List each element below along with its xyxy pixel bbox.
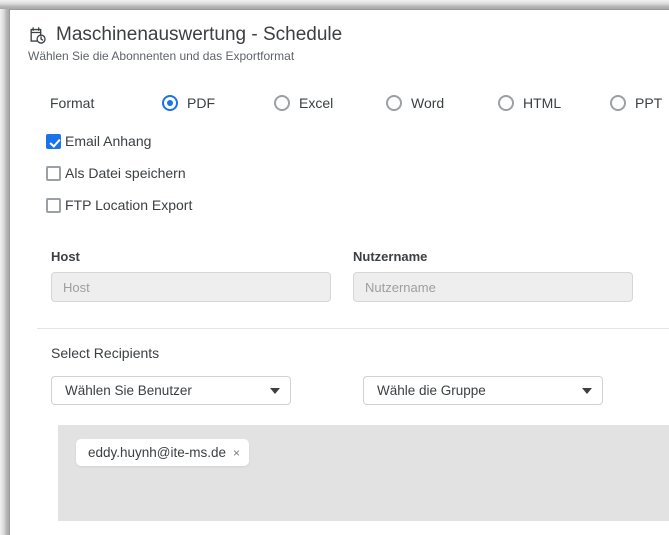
- select-group-value: Wähle die Gruppe: [377, 383, 486, 398]
- format-row: Format PDF Excel Word HTML PPT: [10, 95, 669, 111]
- radio-label: HTML: [523, 95, 562, 111]
- dialog-subtitle: Wählen Sie die Abonnenten und das Export…: [28, 49, 295, 63]
- checkbox-label: Als Datei speichern: [65, 165, 186, 181]
- connection-fields: Host Nutzername: [10, 249, 669, 302]
- recipient-chip-label: eddy.huynh@ite-ms.de: [88, 445, 227, 460]
- checkbox-label: Email Anhang: [65, 133, 152, 149]
- recipients-title: Select Recipients: [51, 345, 160, 361]
- radio-option-ppt[interactable]: PPT: [610, 95, 669, 111]
- username-input[interactable]: [353, 272, 633, 302]
- checkbox-mark-icon: [46, 133, 61, 149]
- recipient-chip[interactable]: eddy.huynh@ite-ms.de ×: [76, 439, 250, 466]
- username-label: Nutzername: [353, 249, 428, 264]
- radio-mark-icon: [498, 95, 514, 111]
- section-divider: [37, 328, 669, 329]
- checkbox-ftp-location-export[interactable]: FTP Location Export: [46, 197, 669, 213]
- dialog-title-row: Maschinenauswertung - Schedule: [28, 24, 669, 46]
- checkbox-email-anhang[interactable]: Email Anhang: [46, 133, 669, 149]
- checkbox-mark-icon: [46, 165, 61, 181]
- selected-recipients-area[interactable]: eddy.huynh@ite-ms.de ×: [58, 425, 669, 521]
- radio-option-excel[interactable]: Excel: [274, 95, 386, 111]
- vertical-scrollbar[interactable]: [0, 9, 10, 535]
- host-field-group: Host: [51, 249, 331, 302]
- schedule-export-dialog: Maschinenauswertung - Schedule Wählen Si…: [10, 10, 669, 535]
- radio-option-word[interactable]: Word: [386, 95, 498, 111]
- radio-mark-icon: [274, 95, 290, 111]
- format-radio-group: PDF Excel Word HTML PPT: [162, 95, 669, 111]
- format-label: Format: [50, 95, 95, 111]
- radio-option-html[interactable]: HTML: [498, 95, 610, 111]
- radio-label: Word: [411, 95, 445, 111]
- username-field-group: Nutzername: [353, 249, 633, 302]
- checkbox-mark-icon: [46, 197, 61, 213]
- radio-label: Excel: [299, 95, 334, 111]
- radio-label: PDF: [187, 95, 215, 111]
- select-user-value: Wählen Sie Benutzer: [65, 383, 192, 398]
- radio-mark-icon: [386, 95, 402, 111]
- radio-label: PPT: [635, 95, 663, 111]
- select-user-dropdown[interactable]: Wählen Sie Benutzer: [51, 376, 291, 405]
- radio-mark-icon: [610, 95, 626, 111]
- checkbox-label: FTP Location Export: [65, 197, 193, 213]
- radio-option-pdf[interactable]: PDF: [162, 95, 274, 111]
- close-icon[interactable]: ×: [233, 447, 240, 459]
- horizontal-scrollbar[interactable]: [0, 0, 669, 10]
- host-label: Host: [51, 249, 80, 264]
- calendar-clock-icon: [28, 26, 47, 45]
- recipients-selects: Wählen Sie Benutzer Wähle die Gruppe: [51, 376, 669, 405]
- delivery-options-group: Email Anhang Als Datei speichern FTP Loc…: [10, 133, 669, 213]
- host-input[interactable]: [51, 272, 331, 302]
- recipients-section: Select Recipients Wählen Sie Benutzer Wä…: [10, 345, 669, 405]
- chevron-down-icon: [582, 387, 592, 394]
- dialog-header: Maschinenauswertung - Schedule Wählen Si…: [10, 10, 669, 63]
- select-group-dropdown[interactable]: Wähle die Gruppe: [363, 376, 603, 405]
- checkbox-als-datei-speichern[interactable]: Als Datei speichern: [46, 165, 669, 181]
- chevron-down-icon: [270, 387, 280, 394]
- dialog-title: Maschinenauswertung - Schedule: [56, 24, 343, 45]
- radio-mark-icon: [162, 95, 178, 111]
